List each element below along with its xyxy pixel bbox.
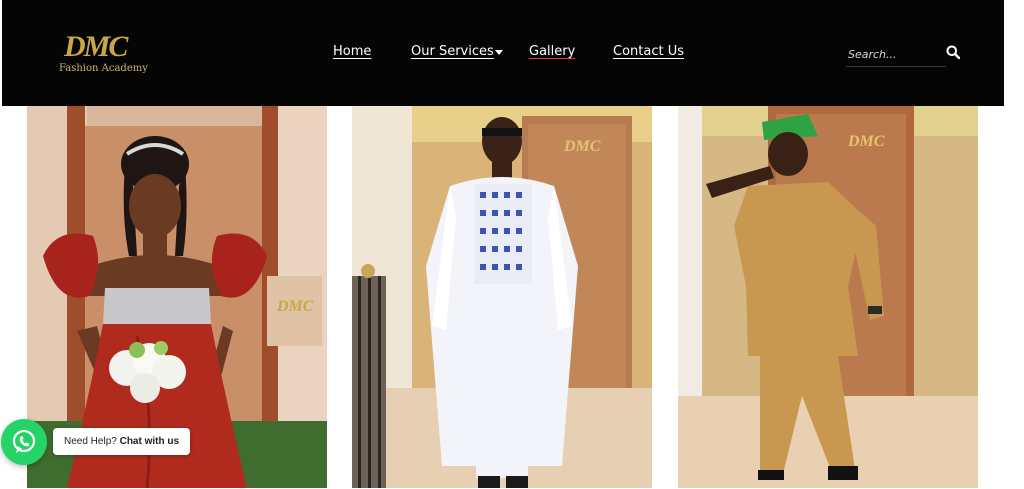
search-input[interactable]: [846, 44, 942, 64]
watermark-logo: DMC: [276, 298, 314, 315]
nav-our-services[interactable]: Our Services: [411, 44, 494, 59]
search-icon[interactable]: [946, 45, 960, 59]
gallery-photo-3[interactable]: DMC: [678, 106, 978, 488]
chevron-down-icon[interactable]: [495, 50, 503, 55]
chat-tooltip[interactable]: Need Help? Chat with us: [53, 428, 191, 455]
brand-logo[interactable]: DMC Fashion Academy: [58, 30, 148, 80]
photo-man-tan-outfit: DMC: [678, 106, 978, 488]
photo-man-white-agbada: DMC: [352, 106, 652, 488]
svg-text:DMC: DMC: [847, 133, 885, 150]
svg-text:DMC: DMC: [563, 138, 601, 155]
svg-text:DMC: DMC: [276, 298, 314, 315]
whatsapp-icon: [12, 429, 36, 453]
nav-gallery[interactable]: Gallery: [529, 44, 575, 59]
whatsapp-chat-button[interactable]: [1, 419, 47, 465]
chat-action: Chat with us: [119, 436, 180, 447]
nav-home[interactable]: Home: [333, 44, 371, 59]
logo-mark: DMC: [64, 30, 128, 63]
nav-contact-us[interactable]: Contact Us: [613, 44, 684, 59]
logo-subtitle: Fashion Academy: [59, 63, 148, 74]
chat-prefix: Need Help?: [64, 436, 120, 447]
gallery-photo-2[interactable]: DMC: [352, 106, 652, 488]
search-box: [846, 40, 946, 67]
